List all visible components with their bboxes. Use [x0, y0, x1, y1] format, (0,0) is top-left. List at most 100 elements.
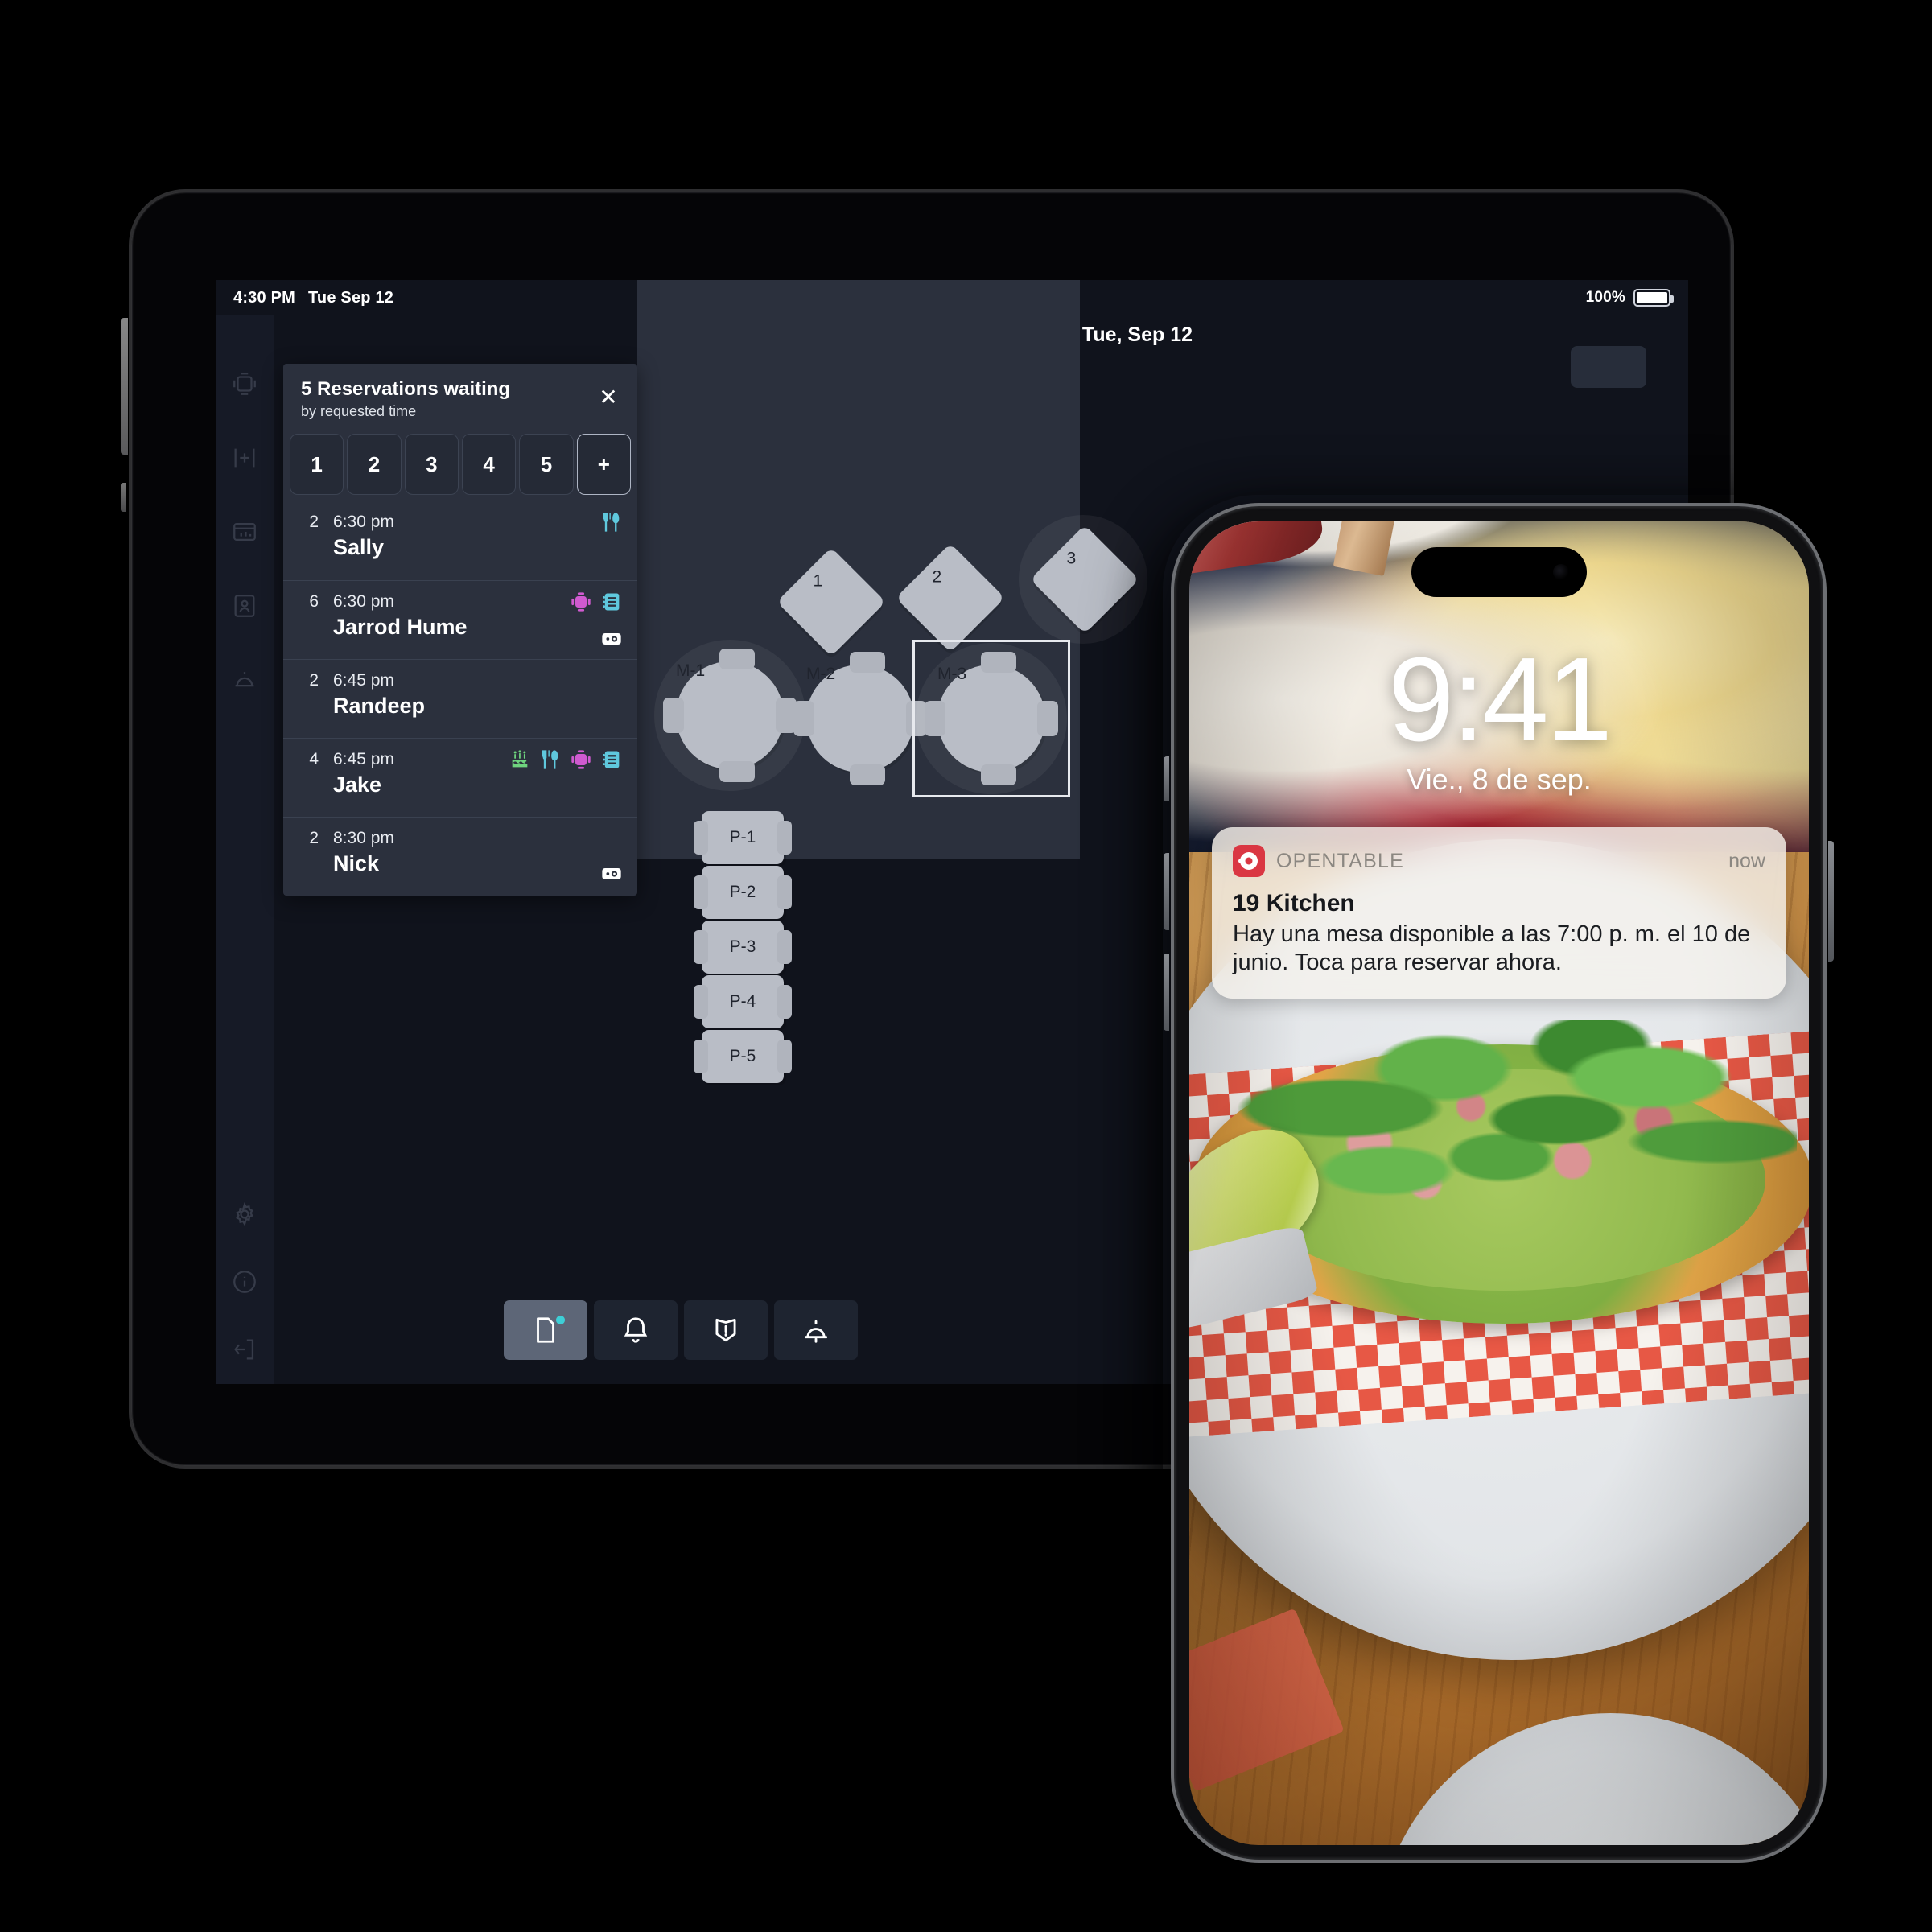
cutlery-icon	[603, 513, 620, 532]
shield-alert-icon	[715, 1318, 736, 1342]
reservation-guest-name: Sally	[333, 535, 385, 559]
lock-screen-clock: 9:41	[1387, 633, 1613, 766]
table-2[interactable]: 2	[896, 543, 1005, 653]
reservation-guest-name: Nick	[333, 851, 380, 875]
reservations-title: 5 Reservations waiting	[301, 378, 511, 400]
phone-mute-switch[interactable]	[1164, 756, 1169, 801]
table-p-1[interactable]: P-1	[694, 811, 792, 864]
table-label: P-2	[729, 883, 756, 901]
credit-card-icon	[602, 868, 621, 879]
table-label: M-1	[676, 661, 706, 680]
phone-volume-down-button[interactable]	[1164, 954, 1169, 1031]
tablet-bottom-toolbar	[504, 1300, 858, 1360]
table-label: M-2	[806, 665, 836, 683]
birthday-cake-icon	[512, 750, 528, 768]
table-m-3[interactable]: M-3	[912, 640, 1070, 797]
party-size-4[interactable]: 4	[461, 434, 517, 495]
reservations-sort-link[interactable]: by requested time	[301, 403, 417, 422]
reservations-panel: 5 Reservations waiting by requested time…	[283, 364, 637, 896]
reservation-row[interactable]: 2 8:30 pm Nick	[283, 817, 637, 896]
battery-percent: 100%	[1585, 289, 1625, 306]
reservation-time: 6:30 pm	[333, 592, 394, 611]
reservation-time: 6:45 pm	[333, 671, 394, 690]
table-m-2[interactable]: M-2	[793, 652, 927, 785]
tab-floorplan[interactable]	[504, 1300, 587, 1360]
reservation-guest-name: Jake	[333, 772, 382, 797]
status-badge	[556, 1316, 565, 1324]
tablet-power-button[interactable]	[121, 483, 126, 512]
party-size-3[interactable]: 3	[404, 434, 459, 495]
floorplan-icon[interactable]	[231, 370, 258, 398]
tab-service[interactable]	[774, 1300, 858, 1360]
notification-timestamp: now	[1728, 849, 1765, 872]
reservation-party-size: 2	[309, 671, 319, 690]
reservation-row[interactable]: 2 6:30 pm Sally	[283, 501, 637, 580]
table-p-5[interactable]: P-5	[694, 1030, 792, 1083]
party-size-2[interactable]: 2	[347, 434, 402, 495]
reservation-guest-name: Randeep	[333, 694, 426, 718]
reservation-row[interactable]: 4 6:45 pm Jake	[283, 738, 637, 817]
notification-header: OPENTABLE now	[1233, 845, 1765, 877]
phone-volume-up-button[interactable]	[1164, 853, 1169, 930]
table-label: M-3	[937, 665, 967, 683]
settings-gear-icon[interactable]	[231, 1201, 258, 1228]
table-1[interactable]: 1	[777, 547, 886, 657]
reservations-panel-header: 5 Reservations waiting by requested time…	[283, 364, 637, 434]
party-size-selector: 1 2 3 4 5 +	[283, 434, 637, 495]
party-size-5[interactable]: 5	[519, 434, 574, 495]
reservation-party-size: 6	[309, 592, 319, 611]
notification-body: Hay una mesa disponible a las 7:00 p. m.…	[1233, 921, 1751, 976]
table-label: 2	[932, 567, 942, 587]
reservation-party-size: 2	[309, 513, 319, 531]
party-size-add-button[interactable]: +	[576, 434, 631, 495]
phone-lock-screen: 9:41 Vie., 8 de sep. OPENTABLE now 19 Ki…	[1189, 521, 1809, 1845]
credit-card-icon	[602, 633, 621, 645]
table-p-3[interactable]: P-3	[694, 921, 792, 974]
battery-icon	[1633, 289, 1674, 307]
guestbook-icon[interactable]	[231, 592, 258, 620]
tab-notifications[interactable]	[594, 1300, 678, 1360]
reservation-list: 2 6:30 pm Sally 6 6:30 pm Jarrod Hume 2 …	[283, 501, 637, 896]
tab-alerts[interactable]	[684, 1300, 768, 1360]
notification-title: 19 Kitchen	[1233, 890, 1355, 917]
tablet-left-rail	[216, 315, 274, 1384]
table-label: 3	[1066, 549, 1077, 568]
notification-app-name: OPENTABLE	[1276, 849, 1404, 872]
timeline-icon[interactable]	[231, 444, 258, 472]
info-icon[interactable]	[231, 1268, 258, 1296]
cutlery-icon	[542, 750, 558, 769]
notes-icon	[603, 593, 620, 611]
reservation-row[interactable]: 2 6:45 pm Randeep	[283, 659, 637, 738]
table-label: P-3	[729, 937, 756, 956]
close-icon[interactable]: ✕	[594, 383, 623, 412]
phone-power-button[interactable]	[1828, 841, 1834, 962]
service-bell-icon	[804, 1320, 828, 1343]
notes-icon	[603, 751, 620, 768]
status-time: 4:30 PM	[233, 288, 295, 307]
reservation-time: 6:30 pm	[333, 513, 394, 531]
tablet-volume-button[interactable]	[121, 318, 128, 455]
reservation-party-size: 4	[309, 750, 319, 768]
reservation-time: 6:45 pm	[333, 750, 394, 768]
seat-preference-icon	[571, 750, 591, 769]
bell-icon	[624, 1317, 648, 1343]
reservation-party-size: 2	[309, 829, 319, 847]
calendar-grid-icon[interactable]	[231, 518, 258, 546]
dynamic-island	[1411, 547, 1587, 597]
party-size-1[interactable]: 1	[290, 434, 344, 495]
lock-screen-date: Vie., 8 de sep.	[1407, 763, 1592, 796]
screenshot-root: 4:30 PM Tue Sep 12 100% Tue, Sep 12 1 2 …	[0, 0, 1932, 1932]
reservation-row[interactable]: 6 6:30 pm Jarrod Hume	[283, 580, 637, 659]
reservation-time: 8:30 pm	[333, 829, 394, 847]
table-p-4[interactable]: P-4	[694, 975, 792, 1028]
table-label: 1	[813, 571, 823, 591]
table-m-1[interactable]: M-1	[654, 640, 805, 791]
tablet-rail-bottom	[216, 1201, 274, 1363]
notification-card[interactable]: OPENTABLE now 19 Kitchen Hay una mesa di…	[1212, 827, 1786, 999]
service-bell-icon[interactable]	[231, 666, 258, 694]
reservation-guest-name: Jarrod Hume	[333, 615, 468, 639]
table-3[interactable]: 3	[1019, 515, 1147, 644]
table-p-2[interactable]: P-2	[694, 866, 792, 919]
seat-preference-icon	[571, 592, 591, 612]
logout-icon[interactable]	[231, 1336, 258, 1363]
